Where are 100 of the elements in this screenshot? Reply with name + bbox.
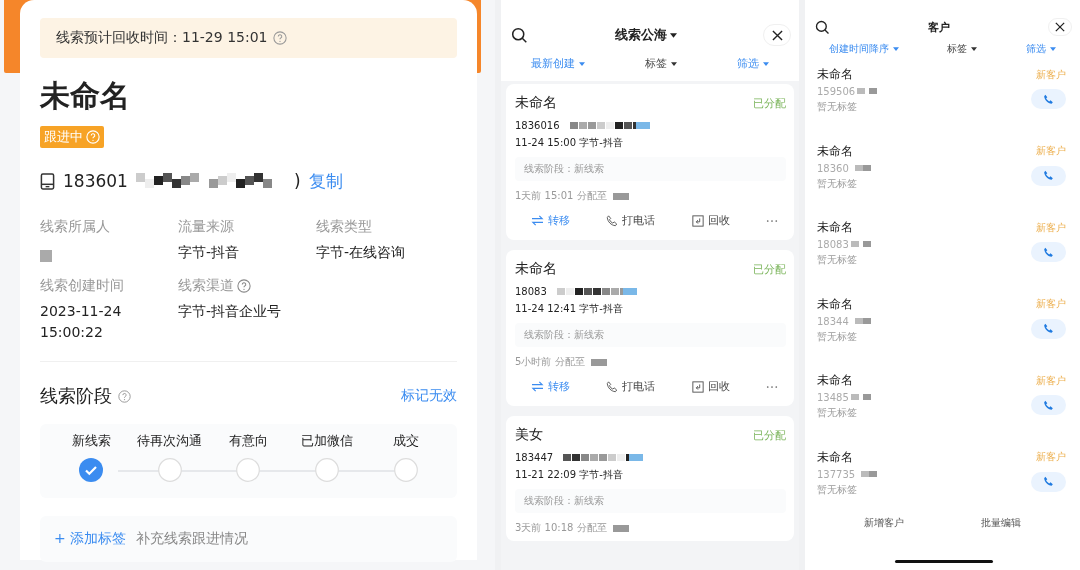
lead-name: 未命名 [515,94,557,112]
status-label: 新客户 [1036,297,1066,311]
lead-meta: 11-24 15:00 字节-抖音 [515,136,624,150]
transfer-button[interactable]: 转移 [531,379,570,394]
stage-text: 线索阶段：新线索 [524,163,604,174]
help-icon[interactable] [118,389,131,403]
step-label: 待再次沟通 [137,432,203,450]
phone-icon [1043,93,1054,105]
field-value: 字节-在线咨询 [316,243,407,262]
filter-dropdown[interactable]: 标签 [947,42,978,56]
call-button[interactable]: 打电话 [606,379,656,394]
customer-name[interactable]: 未命名 [817,66,853,83]
swap-arrows-icon [531,215,544,226]
customer-name[interactable]: 未命名 [817,219,853,236]
lead-card[interactable]: 未命名 已分配 1836016 11-24 15:00 字节-抖音 线索阶段：新线索 1天前 15:01 分配至 转移 打电话 回收 [506,84,794,240]
help-icon[interactable] [237,279,251,293]
lead-card[interactable]: 未命名 已分配 18083 11-24 12:41 字节-抖音 线索阶段：新线索 5小时前 分配至 转移 打电话 回收 [506,250,794,406]
customer-name[interactable]: 未命名 [817,295,853,313]
close-icon[interactable] [1055,22,1065,32]
assigned-text: 3天前 10:18 分配至 [515,521,607,535]
search-icon[interactable] [511,26,528,44]
bottom-action-button[interactable]: 新增客户 [863,516,904,530]
phone-icon [1043,170,1054,181]
customer-name[interactable]: 未命名 [817,372,853,389]
status-label: 新客户 [1036,144,1066,158]
more-icon[interactable] [766,218,778,223]
customer-name[interactable]: 未命名 [817,142,853,160]
caret-icon [1049,47,1056,51]
filter-dropdown[interactable]: 筛选 [1025,42,1056,56]
lead-name: 美女 [515,426,543,444]
phone-number: 18360 [817,162,849,174]
field-label: 流量来源 [178,218,234,236]
assigned-text: 1天前 15:01 分配至 [515,189,607,203]
mark-invalid-link[interactable]: 标记无效 [401,387,457,405]
tag-text: 暂无标签 [817,406,858,420]
close-button[interactable] [1048,18,1072,36]
tag-text: 暂无标签 [817,100,858,114]
return-icon [691,214,704,227]
filter-dropdown[interactable]: 创建时间降序 [829,42,900,56]
recycle-button[interactable]: 回收 [691,213,730,228]
return-icon [691,380,704,393]
stage-text: 线索阶段：新线索 [524,495,604,506]
lead-name: 未命名 [515,260,557,278]
call-button[interactable] [1031,318,1066,339]
swap-arrows-icon [531,381,544,392]
call-button[interactable] [1031,395,1066,415]
caret-icon [669,32,677,38]
section-title: 线索阶段 [40,384,112,408]
field-value: 字节-抖音企业号 [178,302,283,321]
more-icon[interactable] [766,384,778,389]
customer-name[interactable]: 未命名 [817,448,853,466]
call-button[interactable] [1031,471,1066,492]
filter-dropdown[interactable]: 筛选 [737,56,769,71]
field-label: 线索所属人 [40,218,110,236]
status-label: 新客户 [1036,220,1066,235]
step-label: 成交 [392,432,419,450]
close-icon[interactable] [771,29,783,41]
page-title-dropdown[interactable]: 线索公海 [614,26,677,44]
phone-number: 159506 [817,86,856,97]
redaction-mosaic [850,394,873,401]
phone-number: 18344 [817,315,849,327]
status-label: 新客户 [1036,450,1066,464]
filter-dropdown[interactable]: 最新创建 [531,56,585,71]
phone-icon [606,380,619,393]
page-title: 客户 [928,19,950,35]
bottom-action-button[interactable]: 批量编辑 [981,516,1022,530]
phone-number: 183601 [63,171,128,191]
assigned-text: 5小时前 分配至 [515,355,585,369]
field-label: 线索类型 [316,218,372,236]
phone-number: 137735 [817,468,856,480]
redaction-mosaic [612,524,629,532]
caret-icon [579,61,585,66]
recycle-button[interactable]: 回收 [691,379,730,394]
lead-meta: 11-21 22:09 字节-抖音 [515,468,624,482]
phone-icon [1043,323,1054,334]
phone-number: 18083 [817,239,849,250]
call-button[interactable] [1031,242,1066,262]
field-value: 2023-11-24 15:00:22 [40,302,123,342]
close-button[interactable] [763,24,791,46]
tag-text: 暂无标签 [817,329,858,344]
call-button[interactable]: 打电话 [606,213,656,228]
phone-number: 183447 [515,452,554,463]
status-label: 已分配 [753,427,786,443]
transfer-button[interactable]: 转移 [531,213,570,228]
call-button[interactable] [1031,89,1066,109]
filter-dropdown[interactable]: 标签 [645,56,677,71]
phone-device-icon [40,172,55,190]
redaction-mosaic [612,192,629,200]
step-label: 有意向 [229,432,268,450]
lead-title: 未命名 [40,77,131,115]
search-icon[interactable] [815,19,830,35]
step-label: 新线索 [71,432,111,450]
lead-card[interactable]: 美女 已分配 183447 11-21 22:09 字节-抖音 线索阶段：新线索 3天前 10:18 分配至 [506,416,794,541]
copy-link[interactable]: 复制 [308,169,343,193]
phone-number: 13485 [817,392,849,403]
help-icon[interactable] [273,31,288,45]
step-done-icon[interactable] [79,458,104,482]
tag-text: 暂无标签 [817,253,858,267]
phone-icon [606,214,619,227]
call-button[interactable] [1031,165,1066,186]
